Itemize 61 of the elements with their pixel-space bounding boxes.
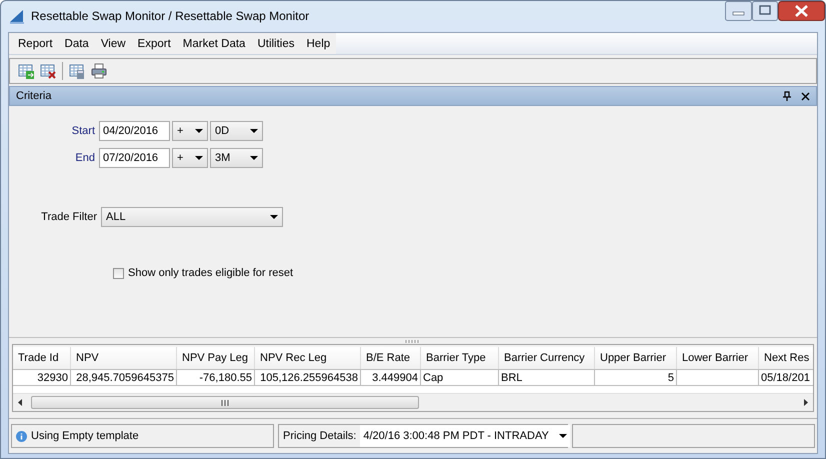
minimize-button[interactable]	[725, 1, 752, 21]
close-button[interactable]	[778, 1, 825, 21]
pricing-dropdown[interactable]: 4/20/16 3:00:48 PM PDT - INTRADAY	[360, 425, 570, 447]
date-field[interactable]: 04/20/2016	[99, 121, 170, 141]
panel-title: Criteria	[16, 90, 52, 102]
column-header[interactable]: NPV	[71, 347, 177, 369]
sign-dropdown[interactable]: +	[172, 148, 208, 168]
menu-item[interactable]: Market Data	[176, 36, 252, 52]
table-cell: 3.449904	[361, 369, 421, 386]
scrollbar-thumb[interactable]	[31, 396, 419, 409]
menu-item[interactable]: Help	[300, 36, 336, 52]
add-grid-icon[interactable]	[18, 63, 34, 79]
table-cell: 105,126.255964538	[255, 369, 361, 386]
status-message: Using Empty template	[31, 430, 139, 442]
window-title: Resettable Swap Monitor / Resettable Swap Monitor	[31, 9, 310, 23]
checkbox[interactable]	[113, 268, 124, 278]
table-cell: 5	[595, 369, 677, 386]
table-cell: 32930	[13, 369, 71, 386]
column-header[interactable]: Trade Id	[13, 347, 71, 369]
print-icon[interactable]	[91, 63, 107, 79]
column-header[interactable]: NPV Pay Leg	[177, 347, 255, 369]
sign-dropdown[interactable]: +	[172, 121, 208, 141]
column-header[interactable]: Barrier Type	[421, 347, 499, 369]
table-cell: Cap	[421, 369, 499, 386]
table-cell: -76,180.55	[177, 369, 255, 386]
column-header[interactable]: Barrier Currency	[499, 347, 595, 369]
table-cell: 05/18/201	[759, 369, 813, 386]
table-cell: 28,945.7059645375	[71, 369, 177, 386]
pin-icon[interactable]	[783, 91, 791, 101]
dropdown-arrow-icon	[195, 156, 203, 160]
app-logo-icon	[9, 8, 25, 24]
dropdown-arrow-icon	[558, 434, 567, 438]
splitter-grip-icon[interactable]	[405, 340, 421, 342]
close-icon[interactable]	[801, 92, 810, 100]
info-icon	[16, 430, 27, 442]
delete-grid-icon[interactable]	[40, 63, 56, 79]
table-cell: BRL	[499, 369, 595, 386]
menu-item[interactable]: Export	[132, 36, 177, 52]
menu-item[interactable]: Report	[12, 36, 59, 52]
column-header[interactable]: B/E Rate	[361, 347, 421, 369]
dropdown-arrow-icon	[195, 129, 203, 133]
menu-item[interactable]: View	[94, 36, 132, 52]
tenor-dropdown[interactable]: 3M	[210, 148, 263, 168]
filter-label: Trade Filter	[40, 211, 98, 223]
pricing-label: Pricing Details:	[283, 430, 356, 442]
menu-item[interactable]: Data	[58, 36, 95, 52]
column-header[interactable]: NPV Rec Leg	[255, 347, 361, 369]
menu-item[interactable]: Utilities	[251, 36, 300, 52]
tenor-dropdown[interactable]: 0D	[210, 121, 263, 141]
column-header[interactable]: Lower Barrier	[677, 347, 759, 369]
checkbox-label: Show only trades eligible for reset	[128, 267, 294, 279]
date-label: End	[74, 152, 96, 164]
column-header[interactable]: Upper Barrier	[595, 347, 677, 369]
trade-filter-dropdown[interactable]: ALL	[101, 207, 283, 227]
maximize-button[interactable]	[752, 1, 778, 21]
dropdown-arrow-icon	[250, 129, 258, 133]
dropdown-arrow-icon	[270, 215, 278, 219]
date-label: Start	[70, 125, 96, 137]
calculator-grid-icon[interactable]	[69, 63, 85, 79]
dropdown-arrow-icon	[250, 156, 258, 160]
date-field[interactable]: 07/20/2016	[99, 148, 170, 168]
